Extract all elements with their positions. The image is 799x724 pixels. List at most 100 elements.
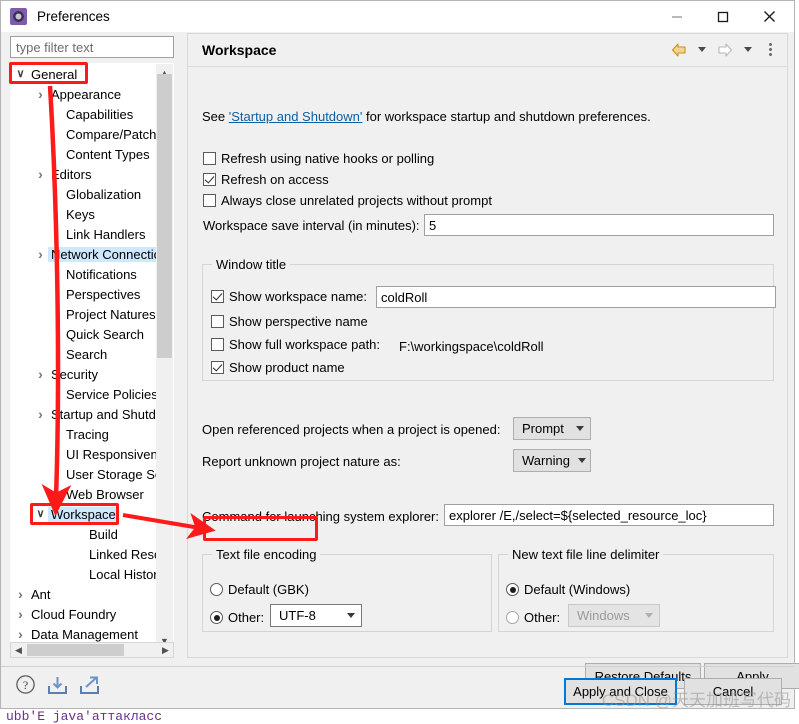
- filter-input[interactable]: [10, 36, 174, 58]
- tree-item-perspectives[interactable]: Perspectives: [11, 284, 157, 304]
- radio-encoding-other[interactable]: Other:: [210, 610, 264, 625]
- checkbox-box[interactable]: [203, 173, 216, 186]
- tree-item-network-connectio[interactable]: › Network Connectio: [11, 244, 164, 264]
- radio-delimiter-other[interactable]: Other:: [506, 610, 560, 625]
- tree-item-web-browser[interactable]: Web Browser: [11, 484, 157, 504]
- tree-item-workspace[interactable]: ∨ Workspace: [11, 504, 157, 524]
- checkbox-box[interactable]: [211, 338, 224, 351]
- text-file-encoding-label: Text file encoding: [212, 547, 321, 562]
- close-button[interactable]: [746, 1, 792, 32]
- startup-shutdown-link[interactable]: 'Startup and Shutdown': [229, 109, 363, 124]
- checkbox-label: Show product name: [229, 360, 345, 375]
- chevron-right-icon[interactable]: ›: [33, 87, 48, 101]
- workspace-name-input[interactable]: [376, 286, 776, 308]
- tree-item-label: Editors: [51, 166, 92, 182]
- chevron-right-icon[interactable]: ›: [13, 627, 28, 641]
- chevron-right-icon[interactable]: ›: [13, 607, 28, 621]
- window-title: Preferences: [37, 9, 110, 24]
- forward-dropdown-icon[interactable]: [737, 39, 758, 60]
- tree-item-capabilities[interactable]: Capabilities: [11, 104, 157, 124]
- tree-item-search[interactable]: Search: [11, 344, 157, 364]
- chevron-right-icon[interactable]: ›: [33, 167, 48, 181]
- minimize-button[interactable]: [654, 1, 700, 32]
- tree-item-cloud-foundry[interactable]: › Cloud Foundry: [11, 604, 157, 624]
- chevron-down-icon[interactable]: ∨: [33, 508, 48, 520]
- export-icon[interactable]: [79, 675, 100, 698]
- chevron-right-icon[interactable]: ›: [33, 247, 48, 261]
- checkbox-box[interactable]: [203, 194, 216, 207]
- tree-item-tracing[interactable]: Tracing: [11, 424, 157, 444]
- checkbox-box[interactable]: [211, 315, 224, 328]
- checkbox-show-full-workspace-path[interactable]: Show full workspace path:: [211, 337, 380, 352]
- explorer-command-input[interactable]: [444, 504, 774, 526]
- scroll-left-icon[interactable]: ◀: [11, 643, 26, 657]
- checkbox-refresh-on-access[interactable]: Refresh on access: [203, 172, 329, 187]
- tree-item-local-history[interactable]: Local History: [11, 564, 164, 584]
- checkbox-show-product-name[interactable]: Show product name: [211, 360, 345, 375]
- page-title: Workspace: [202, 42, 277, 58]
- preferences-tree[interactable]: ∨ General › Appearance Capabilities Compare/P…: [10, 63, 174, 650]
- radio-circle[interactable]: [506, 583, 519, 596]
- scroll-right-icon[interactable]: ▶: [158, 643, 173, 657]
- tree-item-startup-and-shutdo[interactable]: › Startup and Shutdo: [11, 404, 163, 424]
- tree-item-linked-resource[interactable]: Linked Resource: [11, 544, 173, 564]
- tree-item-content-types[interactable]: Content Types: [11, 144, 157, 164]
- back-arrow-icon[interactable]: [668, 39, 689, 60]
- tree-item-quick-search[interactable]: Quick Search: [11, 324, 157, 344]
- tree-item-label: Build: [89, 526, 118, 542]
- chevron-right-icon[interactable]: ›: [13, 587, 28, 601]
- tree-item-compare-patch[interactable]: Compare/Patch: [11, 124, 157, 144]
- checkbox-show-workspace-name[interactable]: Show workspace name:: [211, 289, 367, 304]
- tree-item-keys[interactable]: Keys: [11, 204, 157, 224]
- checkbox-show-perspective-name[interactable]: Show perspective name: [211, 314, 368, 329]
- tree-hscrollbar-thumb[interactable]: [27, 644, 124, 656]
- save-interval-input[interactable]: [424, 214, 774, 236]
- tree-item-ui-responsiveness[interactable]: UI Responsiveness: [11, 444, 173, 464]
- report-nature-value: Warning: [522, 453, 570, 468]
- radio-delimiter-default[interactable]: Default (Windows): [506, 582, 630, 597]
- import-icon[interactable]: [47, 675, 68, 698]
- checkbox-box[interactable]: [203, 152, 216, 165]
- delimiter-value: Windows: [577, 608, 630, 623]
- radio-circle[interactable]: [210, 611, 223, 624]
- encoding-combo[interactable]: UTF-8: [270, 604, 362, 627]
- report-nature-combo[interactable]: Warning: [513, 449, 591, 472]
- radio-encoding-default[interactable]: Default (GBK): [210, 582, 309, 597]
- back-dropdown-icon[interactable]: [691, 39, 712, 60]
- chevron-right-icon[interactable]: ›: [33, 367, 48, 381]
- maximize-button[interactable]: [700, 1, 746, 32]
- radio-circle[interactable]: [210, 583, 223, 596]
- tree-item-data-management[interactable]: › Data Management: [11, 624, 157, 644]
- checkbox-always-close-unrelated[interactable]: Always close unrelated projects without …: [203, 193, 492, 208]
- checkbox-box[interactable]: [211, 290, 224, 303]
- chevron-down-icon[interactable]: ∨: [13, 68, 28, 80]
- checkbox-refresh-native-hooks[interactable]: Refresh using native hooks or polling: [203, 151, 434, 166]
- open-referenced-combo[interactable]: Prompt: [513, 417, 591, 440]
- preferences-gear-icon: [10, 8, 27, 25]
- intro-text: See 'Startup and Shutdown' for workspace…: [202, 109, 651, 124]
- tree-item-build[interactable]: Build: [11, 524, 157, 544]
- tree-item-general[interactable]: ∨ General: [11, 64, 157, 84]
- tree-item-notifications[interactable]: Notifications: [11, 264, 157, 284]
- chevron-right-icon[interactable]: ›: [33, 407, 48, 421]
- tree-item-security[interactable]: › Security: [11, 364, 157, 384]
- view-menu-icon[interactable]: [760, 39, 781, 60]
- tree-item-ant[interactable]: › Ant: [11, 584, 157, 604]
- radio-label: Default (GBK): [228, 582, 309, 597]
- tree-item-globalization[interactable]: Globalization: [11, 184, 157, 204]
- tree-item-link-handlers[interactable]: Link Handlers: [11, 224, 157, 244]
- tree-item-editors[interactable]: › Editors: [11, 164, 157, 184]
- workspace-preference-panel: Workspace See 'Startup and Shutdown' for…: [187, 33, 799, 689]
- radio-circle[interactable]: [506, 611, 519, 624]
- tree-item-service-policies[interactable]: Service Policies: [11, 384, 158, 404]
- help-question-icon[interactable]: ?: [15, 674, 36, 698]
- tree-item-appearance[interactable]: › Appearance: [11, 84, 157, 104]
- tree-item-project-natures[interactable]: Project Natures: [11, 304, 157, 324]
- tree-scrollbar-thumb[interactable]: [157, 74, 172, 358]
- tree-vertical-scrollbar[interactable]: ▲ ▼: [156, 64, 173, 649]
- tree-item-user-storage-servic[interactable]: User Storage Servic: [11, 464, 173, 484]
- tree-horizontal-scrollbar[interactable]: ◀ ▶: [10, 642, 174, 658]
- checkbox-box[interactable]: [211, 361, 224, 374]
- tree-item-label: Security: [51, 366, 98, 382]
- tree-item-label: Compare/Patch: [66, 126, 157, 142]
